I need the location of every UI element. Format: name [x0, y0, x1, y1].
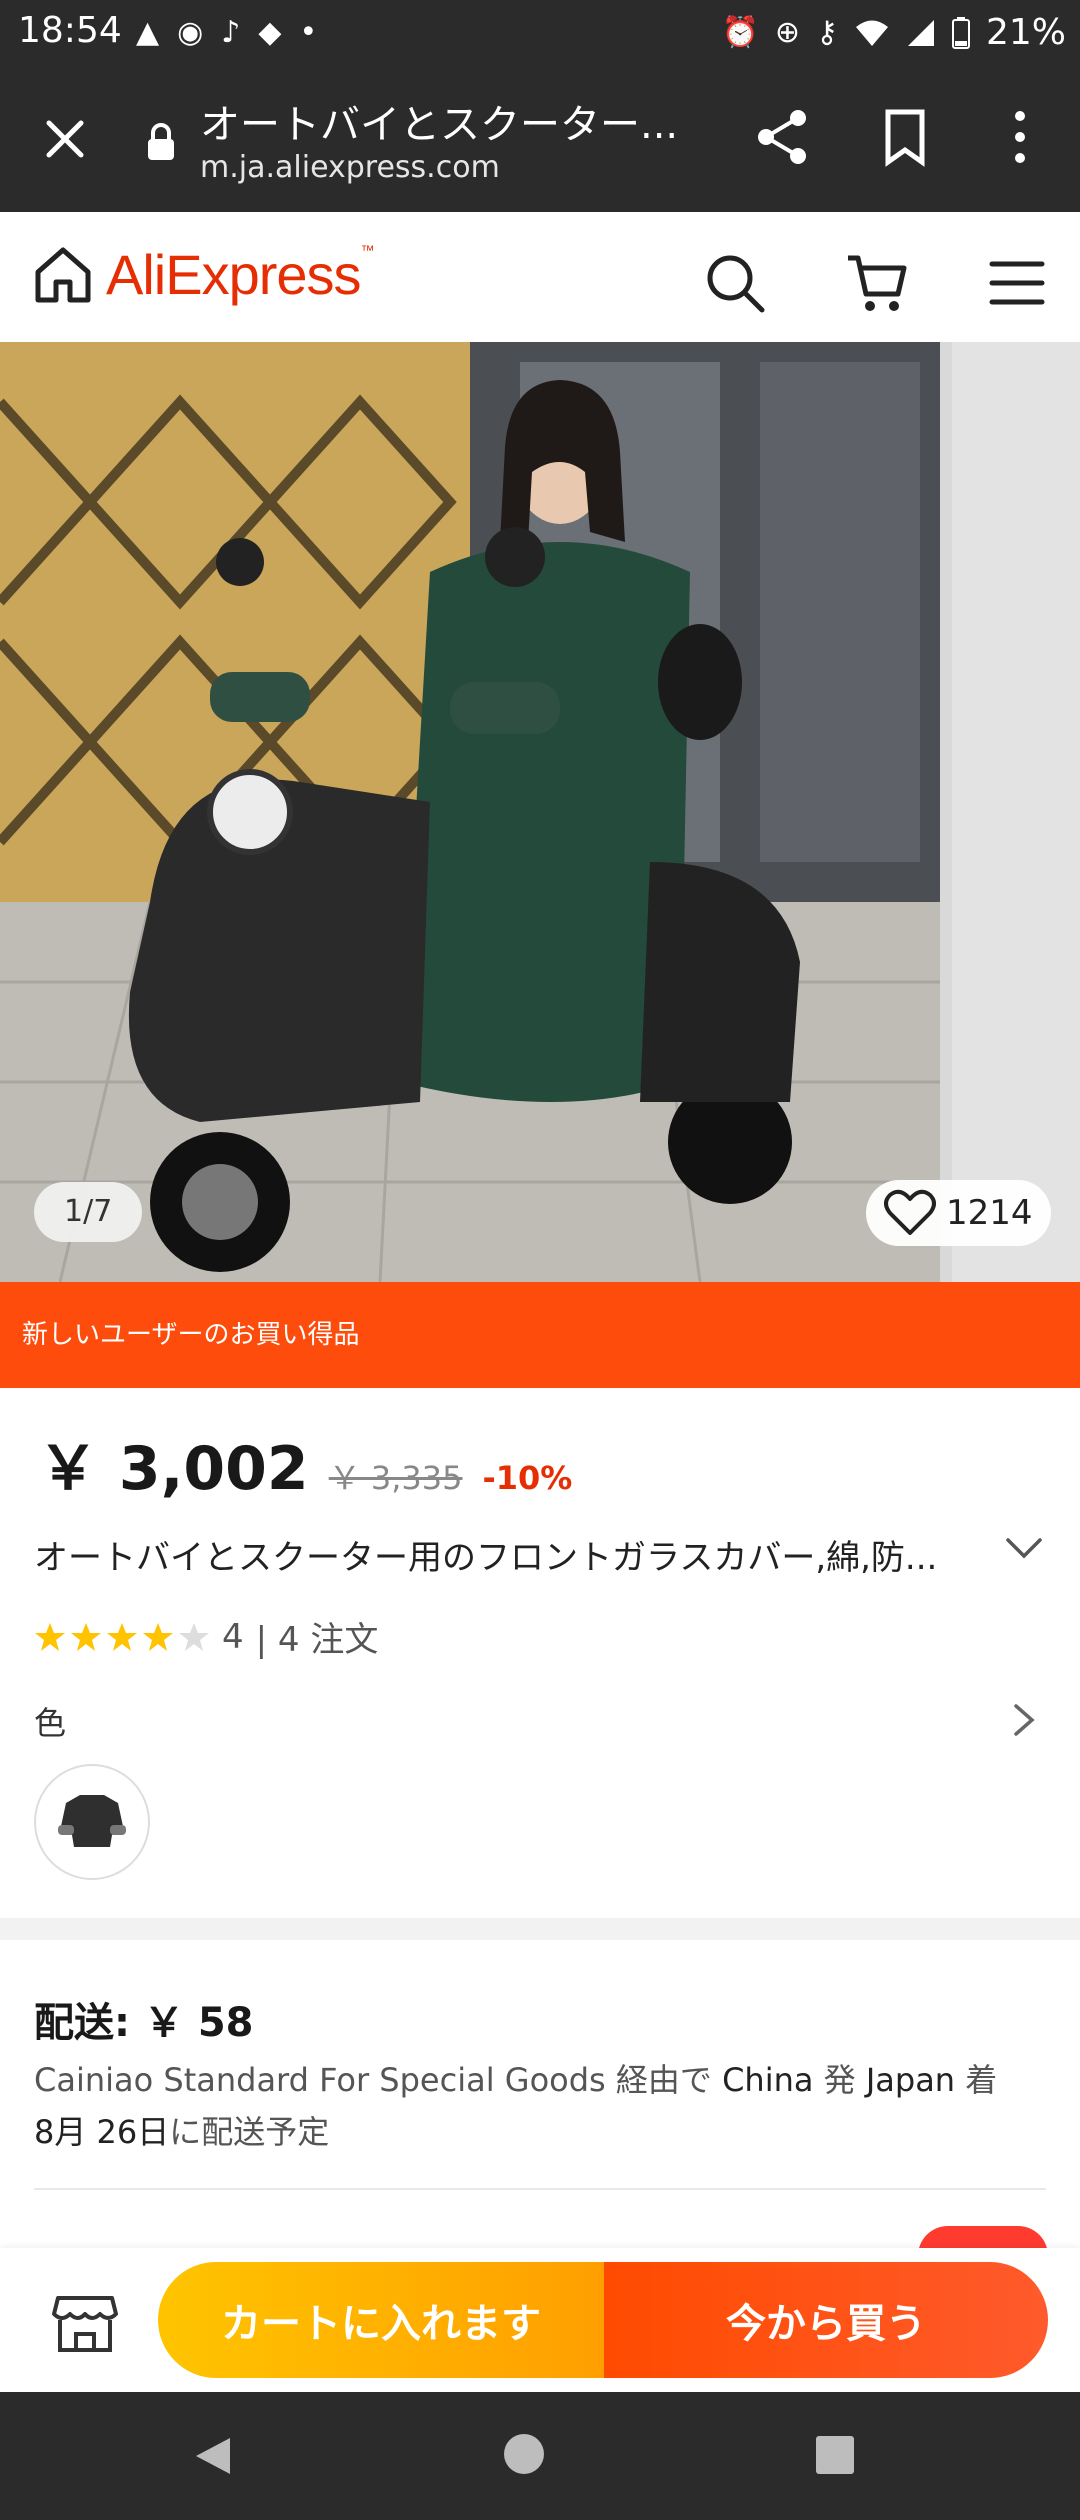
data-saver-icon: ⊕ [774, 15, 800, 50]
search-icon [707, 255, 765, 313]
tiktok-icon: ♪ [221, 15, 241, 50]
heart-icon [884, 1189, 936, 1235]
shipping-from-suffix: 発 [813, 2061, 866, 2099]
delivery-date: 8月 26日 [34, 2113, 170, 2151]
color-label: 色 [34, 1704, 67, 1742]
home-icon [35, 247, 91, 303]
alarm-icon: ⏰ [721, 15, 759, 50]
add-to-cart-button[interactable]: カートに入れます [158, 2262, 604, 2378]
rating-row[interactable]: 4 | 4 注文 [34, 1612, 378, 1661]
section-divider [0, 1918, 1080, 1940]
app-icon: ◆ [258, 15, 282, 50]
bookmark-icon [885, 109, 925, 167]
notification-icons: ▲ ◉ ♪ ◆ • [136, 10, 317, 56]
browser-toolbar: オートバイとスクーター... m.ja.aliexpress.com [0, 66, 1080, 212]
bottom-action-bar: カートに入れます 今から買う [0, 2248, 1080, 2392]
price-row: ￥ 3,002 ￥ 3,335 -10% [38, 1420, 572, 1507]
shipping-description: Cainiao Standard For Special Goods 経由で C… [34, 2054, 1044, 2158]
page-title[interactable]: オートバイとスクーター... [200, 92, 700, 150]
product-image-gallery[interactable]: 1/7 1214 [0, 342, 1080, 1282]
shipping-cost: 配送: ￥ 58 [34, 2000, 254, 2046]
signal-icon [907, 20, 934, 46]
star-filled-icon [143, 1622, 173, 1651]
delivery-date-suffix: に配送予定 [169, 2113, 330, 2151]
logo-text: AliExpress [106, 243, 362, 306]
url-domain[interactable]: m.ja.aliexpress.com [200, 150, 500, 185]
next-image-peek[interactable] [952, 342, 1080, 1282]
shipping-to: Japan [865, 2061, 956, 2099]
system-navigation-bar [0, 2392, 1080, 2520]
cart-button[interactable] [842, 248, 912, 318]
system-icons: ⏰ ⊕ ⚷ 21% [722, 10, 1067, 56]
recents-square-icon[interactable] [816, 2436, 854, 2474]
original-price: ￥ 3,335 [328, 1459, 463, 1497]
bookmark-button[interactable] [870, 102, 940, 172]
home-circle-icon[interactable] [504, 2434, 544, 2474]
star-filled-icon [107, 1622, 137, 1651]
wishlist-count: 1214 [946, 1193, 1033, 1233]
close-icon [46, 120, 84, 158]
shipping-from: China [722, 2061, 814, 2099]
lock-icon [148, 123, 174, 160]
site-header: AliExpress™ [0, 212, 1080, 342]
battery-percent: 21% [985, 12, 1066, 53]
shipping-carrier: Cainiao Standard For Special Goods [34, 2061, 606, 2099]
current-price: ￥ 3,002 [38, 1434, 309, 1504]
image-counter: 1/7 [34, 1182, 143, 1242]
star-filled-icon [35, 1622, 65, 1651]
color-option-swatch[interactable] [34, 1764, 150, 1880]
hamburger-menu-icon [989, 261, 1045, 305]
new-user-promo-banner[interactable]: 新しいユーザーのお買い得品 [0, 1282, 1080, 1388]
star-empty-icon [179, 1622, 209, 1651]
cart-icon [848, 255, 907, 311]
shipping-to-suffix: 着 [955, 2061, 998, 2099]
product-thumbnail [58, 1795, 126, 1847]
share-icon [758, 110, 806, 164]
warning-icon: ▲ [136, 15, 160, 50]
order-count: | 4 注文 [255, 1620, 379, 1660]
buy-now-button[interactable]: 今から買う [604, 2262, 1048, 2378]
back-triangle-icon[interactable] [190, 2434, 234, 2478]
status-time: 18:54 [18, 10, 122, 51]
discount-badge: -10% [482, 1459, 573, 1497]
vpn-key-icon: ⚷ [816, 15, 838, 50]
shipping-divider [34, 2188, 1046, 2190]
trademark-mark: ™ [360, 242, 375, 258]
aliexpress-logo[interactable]: AliExpress™ [106, 242, 375, 307]
home-button[interactable] [30, 242, 96, 308]
product-title[interactable]: オートバイとスクーター用のフロントガラスカバー,綿,防... [34, 1530, 984, 1579]
chevron-right-icon[interactable] [1006, 1700, 1042, 1740]
rating-value: 4 [222, 1616, 244, 1657]
star-filled-icon [71, 1622, 101, 1651]
search-button[interactable] [700, 248, 770, 318]
menu-button[interactable] [982, 248, 1052, 318]
wishlist-button[interactable]: 1214 [866, 1180, 1051, 1246]
close-tab-button[interactable] [30, 104, 100, 174]
star-rating [34, 1621, 210, 1653]
store-button[interactable] [50, 2292, 120, 2356]
app-icon: ◉ [177, 15, 204, 50]
status-bar: 18:54 ▲ ◉ ♪ ◆ • ⏰ ⊕ ⚷ 21% [0, 0, 1080, 66]
chevron-down-icon[interactable] [1002, 1526, 1046, 1570]
more-vertical-icon [1015, 111, 1025, 163]
more-menu-button[interactable] [990, 102, 1050, 172]
dot-icon: • [299, 15, 318, 50]
product-image[interactable] [0, 342, 940, 1282]
battery-icon [951, 17, 970, 49]
wifi-icon [855, 20, 888, 46]
store-icon [52, 2296, 118, 2352]
share-button[interactable] [748, 102, 818, 172]
shipping-via: 経由で [605, 2061, 723, 2099]
